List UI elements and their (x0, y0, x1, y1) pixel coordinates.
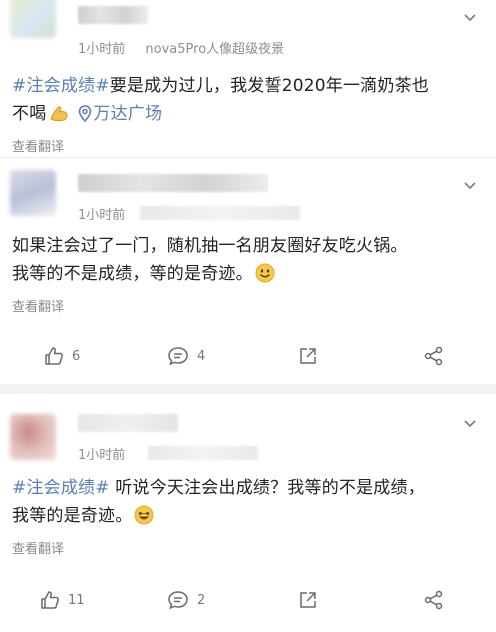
post-content: 如果注会过了一门，随机抽一名朋友圈好友吃火锅。 我等的不是成绩，等的是奇迹。 (0, 232, 496, 292)
post-header: 1小时前 (0, 158, 496, 228)
post-actions: 11 2 (0, 576, 496, 632)
post-text-line-1: 如果注会过了一门，随机抽一名朋友圈好友吃火锅。 (12, 236, 408, 256)
post-text: 我等的是奇迹。 (12, 506, 133, 526)
chevron-down-icon[interactable] (464, 418, 476, 430)
laugh-emoji-icon (134, 505, 154, 534)
hashtag[interactable]: #注会成绩# (12, 478, 110, 498)
post-meta: 1小时前 (78, 204, 125, 223)
like-count: 6 (72, 348, 81, 364)
translate-link[interactable]: 查看翻译 (0, 132, 496, 158)
comment-icon (168, 347, 188, 366)
share-button[interactable] (424, 346, 444, 366)
post-actions: 6 4 (0, 332, 496, 388)
share-arrow-icon (300, 348, 316, 364)
smile-emoji-icon (255, 263, 275, 292)
post-2: 1小时前 如果注会过了一门，随机抽一名朋友圈好友吃火锅。 我等的不是成绩，等的是… (0, 157, 496, 384)
post-text-line-1: #注会成绩#要是成为过儿，我发誓2020年一滴奶茶也 (12, 72, 482, 100)
post-time: 1小时前 (78, 42, 126, 57)
post-time: 1小时前 (78, 208, 126, 223)
post-meta: 1小时前 nova5Pro人像超级夜景 (78, 38, 284, 57)
comment-button[interactable]: 2 (167, 590, 205, 610)
post-text-line-2: 不喝 万达广场 (12, 100, 482, 132)
comment-count: 4 (197, 348, 206, 364)
avatar[interactable] (10, 0, 56, 38)
like-button[interactable]: 6 (44, 346, 80, 366)
comment-button[interactable]: 4 (167, 346, 205, 366)
hashtag[interactable]: #注会成绩# (12, 76, 110, 96)
post-3: 1小时前 #注会成绩# 听说今天注会出成绩？我等的不是成绩， 我等的是奇迹。 查… (0, 394, 496, 631)
post-content: #注会成绩# 听说今天注会出成绩？我等的不是成绩， 我等的是奇迹。 (0, 474, 496, 534)
share-button[interactable] (424, 590, 444, 610)
avatar[interactable] (10, 414, 56, 460)
device-blurred (140, 206, 300, 220)
post-text: 我等的不是成绩，等的是奇迹。 (12, 264, 253, 284)
share-icon (424, 590, 443, 610)
translate-link[interactable]: 查看翻译 (0, 292, 496, 318)
post-text: 不喝 (12, 104, 47, 124)
forward-button[interactable] (298, 590, 318, 610)
post-meta: 1小时前 (78, 444, 125, 463)
flexed-bicep-icon (48, 103, 70, 132)
like-button[interactable]: 11 (40, 590, 85, 610)
post-header: 1小时前 nova5Pro人像超级夜景 (0, 0, 496, 62)
comment-count: 2 (197, 592, 206, 608)
username-blurred[interactable] (78, 414, 178, 432)
location-link[interactable]: 万达广场 (93, 104, 162, 124)
post-text-line-1: #注会成绩# 听说今天注会出成绩？我等的不是成绩， (12, 474, 482, 502)
location-pin-icon (79, 105, 92, 122)
username-blurred[interactable] (78, 174, 268, 192)
post-device: nova5Pro人像超级夜景 (145, 42, 285, 57)
post-time: 1小时前 (78, 448, 126, 463)
post-content: #注会成绩#要是成为过儿，我发誓2020年一滴奶茶也 不喝 万达广场 (0, 72, 496, 132)
chevron-down-icon[interactable] (464, 12, 476, 24)
post-text-line-2: 我等的不是成绩，等的是奇迹。 (12, 260, 482, 292)
share-icon (424, 346, 443, 366)
thumbs-up-icon (45, 347, 63, 365)
like-count: 11 (68, 592, 85, 608)
share-arrow-icon (300, 592, 316, 608)
device-blurred (148, 446, 258, 460)
username-blurred[interactable] (78, 6, 148, 24)
post-text-line-2: 我等的是奇迹。 (12, 502, 482, 534)
post-header: 1小时前 (0, 394, 496, 470)
forward-button[interactable] (298, 346, 318, 366)
thumbs-up-icon (41, 591, 59, 609)
post-text: 听说今天注会出成绩？我等的不是成绩， (109, 478, 425, 498)
post-1: 1小时前 nova5Pro人像超级夜景 #注会成绩#要是成为过儿，我发誓2020… (0, 0, 496, 157)
translate-link[interactable]: 查看翻译 (0, 534, 496, 560)
post-text: 要是成为过儿，我发誓2020年一滴奶茶也 (109, 76, 429, 96)
comment-icon (168, 591, 188, 610)
chevron-down-icon[interactable] (464, 180, 476, 192)
avatar[interactable] (10, 170, 56, 216)
